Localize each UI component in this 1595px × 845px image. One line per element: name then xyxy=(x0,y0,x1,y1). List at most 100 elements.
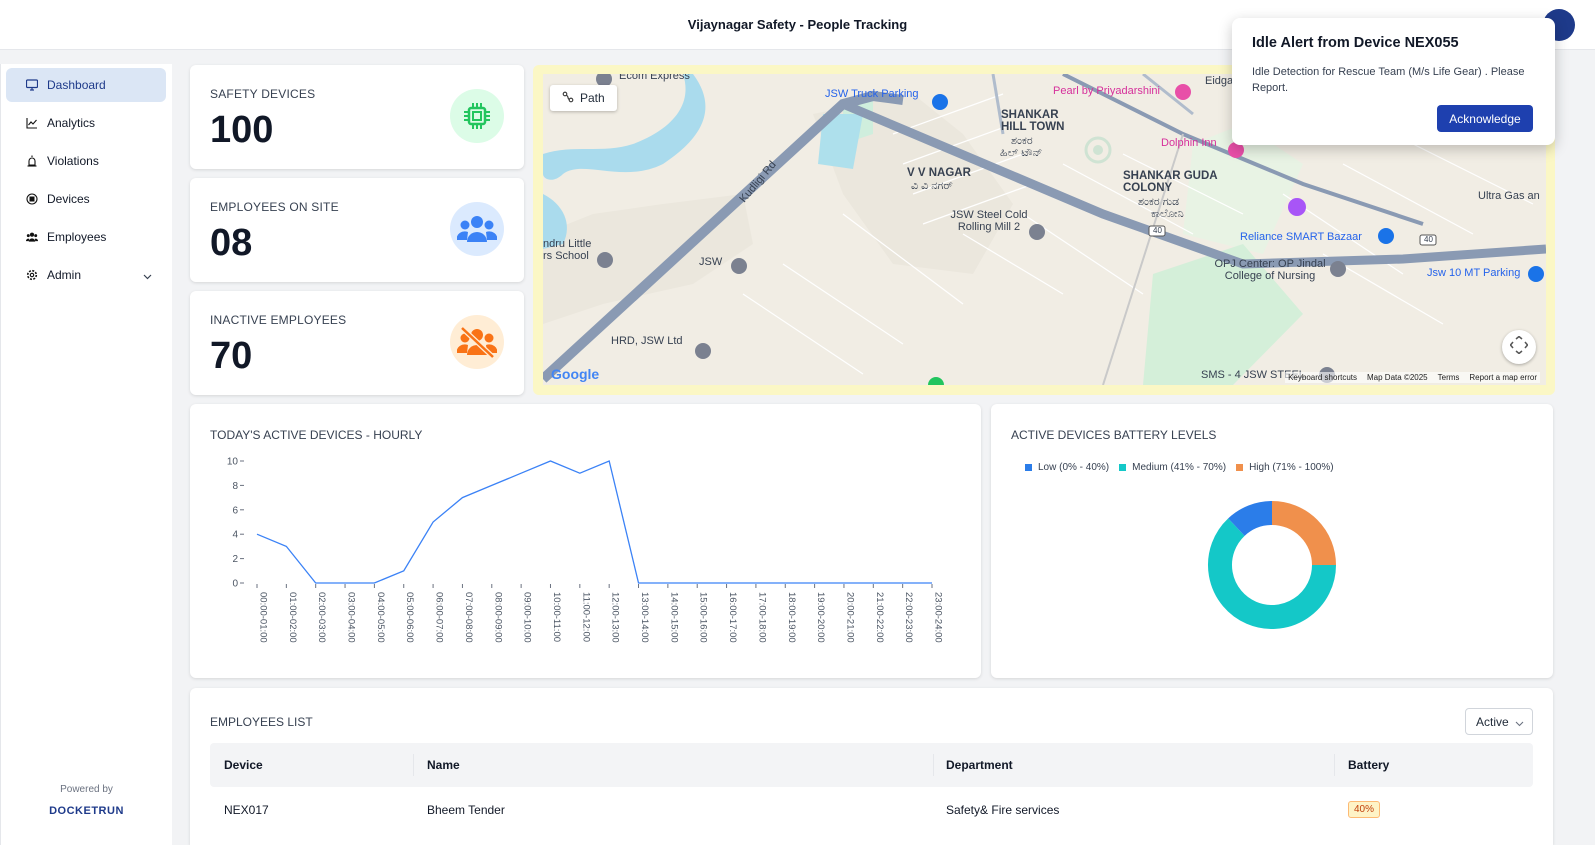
x-tick-label: 07:00-08:00 xyxy=(463,592,474,643)
keyboard-shortcuts-link[interactable]: Keyboard shortcuts xyxy=(1288,373,1357,382)
data-point[interactable] xyxy=(813,582,816,585)
sidebar-item-label: Violations xyxy=(47,154,99,168)
x-tick-label: 21:00-22:00 xyxy=(874,592,885,643)
data-point[interactable] xyxy=(256,533,259,536)
column-header-device[interactable]: Device xyxy=(224,758,263,772)
status-filter-value: Active xyxy=(1476,714,1509,729)
alert-message: Idle Detection for Rescue Team (M/s Life… xyxy=(1252,66,1525,94)
column-header-battery[interactable]: Battery xyxy=(1348,758,1389,772)
x-tick-label: 02:00-03:00 xyxy=(316,592,327,643)
column-header-name[interactable]: Name xyxy=(427,758,460,772)
data-point[interactable] xyxy=(901,582,904,585)
x-tick-label: 03:00-04:00 xyxy=(346,592,357,643)
data-point[interactable] xyxy=(520,472,523,475)
report-map-error-link[interactable]: Report a map error xyxy=(1469,373,1537,382)
table-header: Device Name Department Battery xyxy=(210,743,1533,787)
battery-chart-card: ACTIVE DEVICES BATTERY LEVELS Low (0% - … xyxy=(991,404,1553,678)
stat-label: INACTIVE EMPLOYEES xyxy=(210,313,347,327)
stat-value: 08 xyxy=(210,222,253,264)
cell-name: Bheem Tender xyxy=(427,803,505,817)
map-label: Reliance SMART Bazaar xyxy=(1240,231,1362,243)
donut-slice-low[interactable] xyxy=(1228,501,1273,537)
data-point[interactable] xyxy=(696,582,699,585)
data-point[interactable] xyxy=(402,569,405,572)
map-label: SHANKAR GUDA COLONY xyxy=(1123,170,1218,194)
chevron-down-icon xyxy=(1515,716,1524,730)
x-tick-label: 13:00-14:00 xyxy=(639,592,650,643)
sidebar-item-admin[interactable]: Admin xyxy=(6,258,166,292)
donut-slice-high[interactable] xyxy=(1271,501,1336,566)
map-label: Ultra Gas an xyxy=(1478,190,1540,202)
fullscreen-button[interactable] xyxy=(1502,330,1536,364)
hourly-line-chart: 0 2 4 6 8 10 00:00-01:00 01:00-02:00 02:00-03:00… xyxy=(227,457,944,643)
path-button[interactable]: Path xyxy=(550,85,617,111)
data-point[interactable] xyxy=(461,496,464,499)
gear-icon xyxy=(26,269,38,281)
acknowledge-button[interactable]: Acknowledge xyxy=(1437,105,1533,132)
x-tick-label: 12:00-13:00 xyxy=(610,592,621,643)
data-point[interactable] xyxy=(872,582,875,585)
battery-donut-chart xyxy=(1208,501,1336,629)
data-point[interactable] xyxy=(549,460,552,463)
highway-shield: 40 xyxy=(1153,226,1162,235)
sidebar-item-violations[interactable]: Violations xyxy=(6,144,166,178)
data-point[interactable] xyxy=(608,460,611,463)
map-label: Jsw 10 MT Parking xyxy=(1427,267,1521,279)
y-tick-label: 4 xyxy=(232,530,238,541)
x-tick-label: 22:00-23:00 xyxy=(903,592,914,643)
sidebar-item-analytics[interactable]: Analytics xyxy=(6,106,166,140)
x-tick-label: 10:00-11:00 xyxy=(551,592,562,642)
employees-list-card: EMPLOYEES LIST Active Device Name Depart… xyxy=(190,688,1553,845)
data-point[interactable] xyxy=(285,545,288,548)
stat-value: 100 xyxy=(210,109,274,151)
google-logo: Google xyxy=(551,366,600,382)
table-row[interactable]: NEX017 Bheem Tender Safety& Fire service… xyxy=(210,796,1533,824)
status-filter-select[interactable]: Active xyxy=(1465,708,1533,735)
data-point[interactable] xyxy=(578,472,581,475)
x-tick-label: 09:00-10:00 xyxy=(522,592,533,643)
data-point[interactable] xyxy=(931,582,934,585)
data-point[interactable] xyxy=(490,484,493,487)
data-point[interactable] xyxy=(637,582,640,585)
column-header-department[interactable]: Department xyxy=(946,758,1013,772)
data-point[interactable] xyxy=(373,582,376,585)
x-tick-label: 11:00-12:00 xyxy=(580,592,591,642)
data-point[interactable] xyxy=(344,582,347,585)
data-point[interactable] xyxy=(784,582,787,585)
cell-department: Safety& Fire services xyxy=(946,803,1060,817)
map-label: ಹಿಲ್ ಟೌನ್ xyxy=(1000,147,1043,159)
sidebar-item-employees[interactable]: Employees xyxy=(6,220,166,254)
path-button-label: Path xyxy=(580,91,605,105)
sidebar-item-devices[interactable]: Devices xyxy=(6,182,166,216)
sidebar-item-label: Analytics xyxy=(47,116,96,130)
data-point[interactable] xyxy=(725,582,728,585)
y-tick-label: 0 xyxy=(232,579,238,590)
x-tick-label: 01:00-02:00 xyxy=(287,592,298,643)
data-point[interactable] xyxy=(842,582,845,585)
series-line xyxy=(256,460,932,584)
data-point[interactable] xyxy=(314,582,317,585)
highway-shield: 40 xyxy=(1424,235,1433,244)
data-point[interactable] xyxy=(666,582,669,585)
x-tick-label: 17:00-18:00 xyxy=(756,592,767,643)
x-tick-label: 19:00-20:00 xyxy=(815,592,826,643)
users-icon xyxy=(450,202,504,256)
y-tick-label: 2 xyxy=(232,554,238,565)
y-tick-label: 8 xyxy=(232,481,238,492)
terms-link[interactable]: Terms xyxy=(1438,373,1460,382)
users-icon xyxy=(26,231,38,243)
x-tick-label: 16:00-17:00 xyxy=(727,592,738,643)
x-tick-label: 18:00-19:00 xyxy=(786,592,797,643)
sidebar-item-label: Devices xyxy=(47,192,90,206)
sidebar-item-dashboard[interactable]: Dashboard xyxy=(6,68,166,102)
chevron-down-icon xyxy=(143,269,152,283)
stat-label: EMPLOYEES ON SITE xyxy=(210,200,339,214)
y-tick-label: 6 xyxy=(232,505,238,516)
fullscreen-icon xyxy=(1509,335,1529,359)
data-point[interactable] xyxy=(754,582,757,585)
chip-icon xyxy=(450,89,504,143)
map-label: Dolphin Inn xyxy=(1161,137,1217,149)
data-point[interactable] xyxy=(432,521,435,524)
map-label: ndru Little rs School xyxy=(543,238,592,262)
chart-line-icon xyxy=(26,117,38,129)
